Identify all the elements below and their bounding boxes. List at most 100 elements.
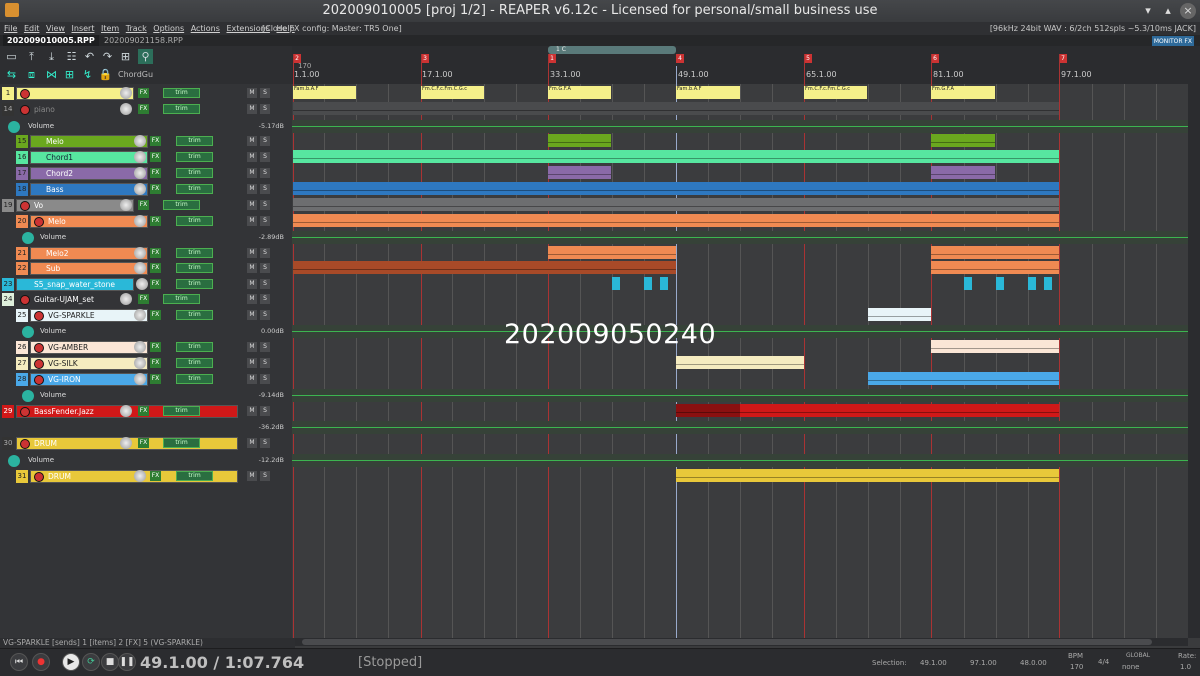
track-row[interactable]: 1 FX trim M S: [0, 86, 290, 101]
track-name[interactable]: VG-IRON: [48, 373, 81, 386]
marker[interactable]: 6: [931, 54, 939, 63]
volume-knob[interactable]: [120, 87, 132, 99]
media-item[interactable]: [868, 372, 1059, 385]
media-item[interactable]: [293, 182, 1059, 195]
mute-button[interactable]: M: [247, 374, 257, 384]
track-name[interactable]: Melo2: [46, 247, 69, 260]
envelope-toggle-icon[interactable]: [22, 232, 34, 244]
media-item[interactable]: [964, 277, 972, 290]
trim-button[interactable]: trim: [163, 200, 200, 210]
horizontal-scrollbar[interactable]: [292, 638, 1188, 646]
volume-knob[interactable]: [134, 183, 146, 195]
close-icon[interactable]: ×: [1180, 3, 1196, 19]
record-arm-button[interactable]: [20, 105, 30, 115]
position-readout[interactable]: 49.1.00 / 1:07.764: [140, 653, 304, 672]
track-name[interactable]: DRUM: [34, 437, 57, 450]
solo-button[interactable]: S: [260, 136, 270, 146]
snap-grid-icon[interactable]: ⊞: [62, 67, 77, 82]
trim-button[interactable]: trim: [163, 88, 200, 98]
fx-button[interactable]: FX: [150, 136, 161, 146]
item-grouping-icon[interactable]: ⧈: [24, 67, 39, 82]
track-row[interactable]: 17 Chord2 FX trim M S: [0, 166, 290, 181]
redo-icon[interactable]: ↷: [100, 49, 115, 64]
selection-end[interactable]: 97.1.00: [970, 659, 997, 667]
media-item[interactable]: Fm.C.F.c.Fm.C.G.c: [804, 86, 867, 99]
mute-button[interactable]: M: [247, 168, 257, 178]
track-row[interactable]: 14 piano FX trim M S: [0, 102, 290, 117]
track-row[interactable]: 21 Melo2 FX trim M S: [0, 246, 290, 261]
fx-button[interactable]: FX: [150, 342, 161, 352]
track-row[interactable]: 31 DRUM FX trim M S: [0, 469, 290, 484]
solo-button[interactable]: S: [260, 184, 270, 194]
menu-edit[interactable]: Edit: [24, 24, 40, 33]
mute-button[interactable]: M: [247, 294, 257, 304]
solo-button[interactable]: S: [260, 216, 270, 226]
selection-start[interactable]: 49.1.00: [920, 659, 947, 667]
mute-button[interactable]: M: [247, 200, 257, 210]
trim-button[interactable]: trim: [176, 310, 213, 320]
fx-button[interactable]: FX: [150, 310, 161, 320]
track-row[interactable]: 25 VG-SPARKLE FX trim M S: [0, 308, 290, 323]
record-arm-button[interactable]: [20, 439, 30, 449]
track-name[interactable]: Sub: [46, 262, 60, 275]
media-item[interactable]: [931, 261, 1059, 274]
audio-device-status[interactable]: [96kHz 24bit WAV : 6/2ch 512spls ~5.3/10…: [990, 22, 1196, 35]
media-item[interactable]: [644, 277, 652, 290]
record-arm-button[interactable]: [34, 343, 44, 353]
envelope-toggle-icon[interactable]: [22, 326, 34, 338]
track-name[interactable]: S5_snap_water_stone: [34, 278, 115, 291]
solo-button[interactable]: S: [260, 438, 270, 448]
track-row[interactable]: 20 Melo FX trim M S: [0, 214, 290, 229]
media-item[interactable]: [931, 134, 995, 147]
record-arm-button[interactable]: [20, 295, 30, 305]
media-item[interactable]: [548, 166, 611, 179]
media-item[interactable]: [676, 356, 804, 369]
track-name[interactable]: VG-AMBER: [48, 341, 88, 354]
project-settings-icon[interactable]: ☷: [64, 49, 79, 64]
fx-button[interactable]: FX: [150, 184, 161, 194]
trim-button[interactable]: trim: [163, 438, 200, 448]
lock-icon[interactable]: 🔒: [98, 67, 113, 82]
media-item[interactable]: [293, 198, 1059, 211]
trim-button[interactable]: trim: [176, 168, 213, 178]
vertical-scrollbar[interactable]: [1188, 46, 1200, 638]
volume-envelope-row[interactable]: Volume -12.2dB: [0, 454, 290, 467]
volume-knob[interactable]: [134, 341, 146, 353]
volume-envelope-row[interactable]: Volume 0.00dB: [0, 325, 290, 338]
volume-knob[interactable]: [120, 405, 132, 417]
volume-knob[interactable]: [134, 215, 146, 227]
undo-icon[interactable]: ↶: [82, 49, 97, 64]
timeline-ruler[interactable]: 1 C 170 2 3 1 4 5 6 7 1.1.00 17.1.00 33.…: [292, 46, 1188, 84]
track-name[interactable]: Melo: [46, 135, 64, 148]
save-project-icon[interactable]: ⤓: [44, 49, 59, 64]
track-name[interactable]: Guitar-UJAM_set: [34, 293, 94, 306]
volume-envelope-row[interactable]: -36.2dB: [0, 421, 290, 434]
envelope-lane[interactable]: [292, 231, 1188, 244]
media-item[interactable]: [868, 308, 931, 321]
volume-knob[interactable]: [136, 278, 148, 290]
fx-button[interactable]: FX: [150, 374, 161, 384]
track-row[interactable]: 18 Bass FX trim M S: [0, 182, 290, 197]
record-arm-button[interactable]: [34, 472, 44, 482]
time-signature[interactable]: 4/4: [1098, 658, 1109, 666]
media-item[interactable]: [548, 246, 676, 259]
track-name[interactable]: VG-SPARKLE: [48, 309, 95, 322]
envelope-points-icon[interactable]: ↯: [80, 67, 95, 82]
mute-button[interactable]: M: [247, 406, 257, 416]
media-item[interactable]: Fm.C.F.c.Fm.C.G.c: [421, 86, 484, 99]
track-row[interactable]: 16 Chord1 FX trim M S: [0, 150, 290, 165]
envelope-lane[interactable]: [292, 389, 1188, 402]
trim-button[interactable]: trim: [176, 342, 213, 352]
fx-button[interactable]: FX: [150, 358, 161, 368]
fx-button[interactable]: FX: [138, 294, 149, 304]
track-row[interactable]: 29 BassFender.Jazz FX trim M S: [0, 404, 290, 419]
media-item[interactable]: [931, 166, 995, 179]
mute-button[interactable]: M: [247, 248, 257, 258]
envelope-lane[interactable]: [292, 454, 1188, 467]
time-selection[interactable]: [548, 46, 676, 54]
play-button[interactable]: ▶: [62, 653, 80, 671]
track-name-panel[interactable]: [16, 87, 134, 100]
record-arm-button[interactable]: [20, 89, 30, 99]
volume-knob[interactable]: [120, 199, 132, 211]
track-name[interactable]: Vo: [34, 199, 43, 212]
